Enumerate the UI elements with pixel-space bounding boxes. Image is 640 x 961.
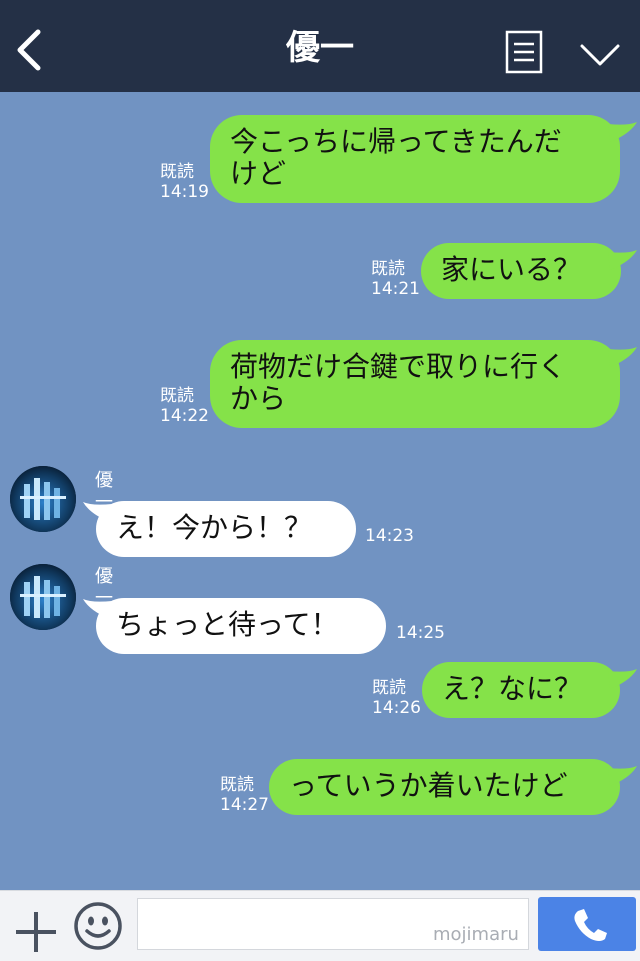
message-meta: 既読 14:26: [372, 678, 421, 718]
chevron-down-icon: [580, 44, 620, 66]
read-indicator: 既読: [220, 775, 254, 795]
watermark: mojimaru: [433, 924, 519, 945]
emoji-button[interactable]: [72, 900, 124, 952]
phone-icon: [574, 909, 607, 941]
message-meta: 既読 14:21: [371, 259, 420, 299]
chat-title: 優一: [286, 28, 354, 68]
message-meta: 既読 14:22: [160, 386, 209, 426]
menu-button[interactable]: [576, 38, 624, 70]
message-meta: 既読 14:27: [220, 775, 269, 815]
message-time: 14:22: [160, 406, 209, 426]
read-indicator: 既読: [160, 162, 194, 182]
message-time: 14:25: [396, 623, 445, 643]
message-time: 14:27: [220, 795, 269, 815]
avatar-image: [10, 466, 76, 532]
message-time: 14:19: [160, 182, 209, 202]
notes-icon: [505, 30, 543, 74]
message-bubble[interactable]: 今こっちに帰ってきたんだ けど: [210, 115, 620, 203]
notes-button[interactable]: [504, 30, 544, 74]
message-bubble[interactable]: ちょっと待って！: [96, 598, 386, 654]
avatar[interactable]: [10, 466, 76, 532]
message-time: 14:23: [365, 526, 414, 546]
add-button[interactable]: [14, 910, 58, 954]
bubble-tail: [608, 347, 637, 367]
bubble-tail: [608, 766, 637, 786]
plus-icon: [16, 912, 56, 952]
avatar[interactable]: [10, 564, 76, 630]
message-bubble[interactable]: っていうか着いたけど: [269, 759, 620, 815]
message-time: 14:21: [371, 279, 420, 299]
avatar-image: [10, 564, 76, 630]
call-button[interactable]: [538, 897, 636, 951]
chat-area[interactable]: 既読 14:19 今こっちに帰ってきたんだ けど 既読 14:21 家にいる？ …: [0, 92, 640, 890]
message-meta: 既読 14:19: [160, 162, 209, 202]
message-bubble[interactable]: 家にいる？: [421, 243, 621, 299]
read-indicator: 既読: [371, 259, 405, 279]
bubble-tail: [608, 250, 637, 270]
bubble-tail: [608, 122, 637, 142]
read-indicator: 既読: [160, 386, 194, 406]
read-indicator: 既読: [372, 678, 406, 698]
bubble-tail: [608, 669, 637, 689]
message-bubble[interactable]: 荷物だけ合鍵で取りに行く から: [210, 340, 620, 428]
message-time: 14:26: [372, 698, 421, 718]
message-bubble[interactable]: え？なに？: [422, 662, 620, 718]
smiley-icon: [74, 902, 122, 950]
message-bubble[interactable]: え！今から！？: [96, 501, 356, 557]
